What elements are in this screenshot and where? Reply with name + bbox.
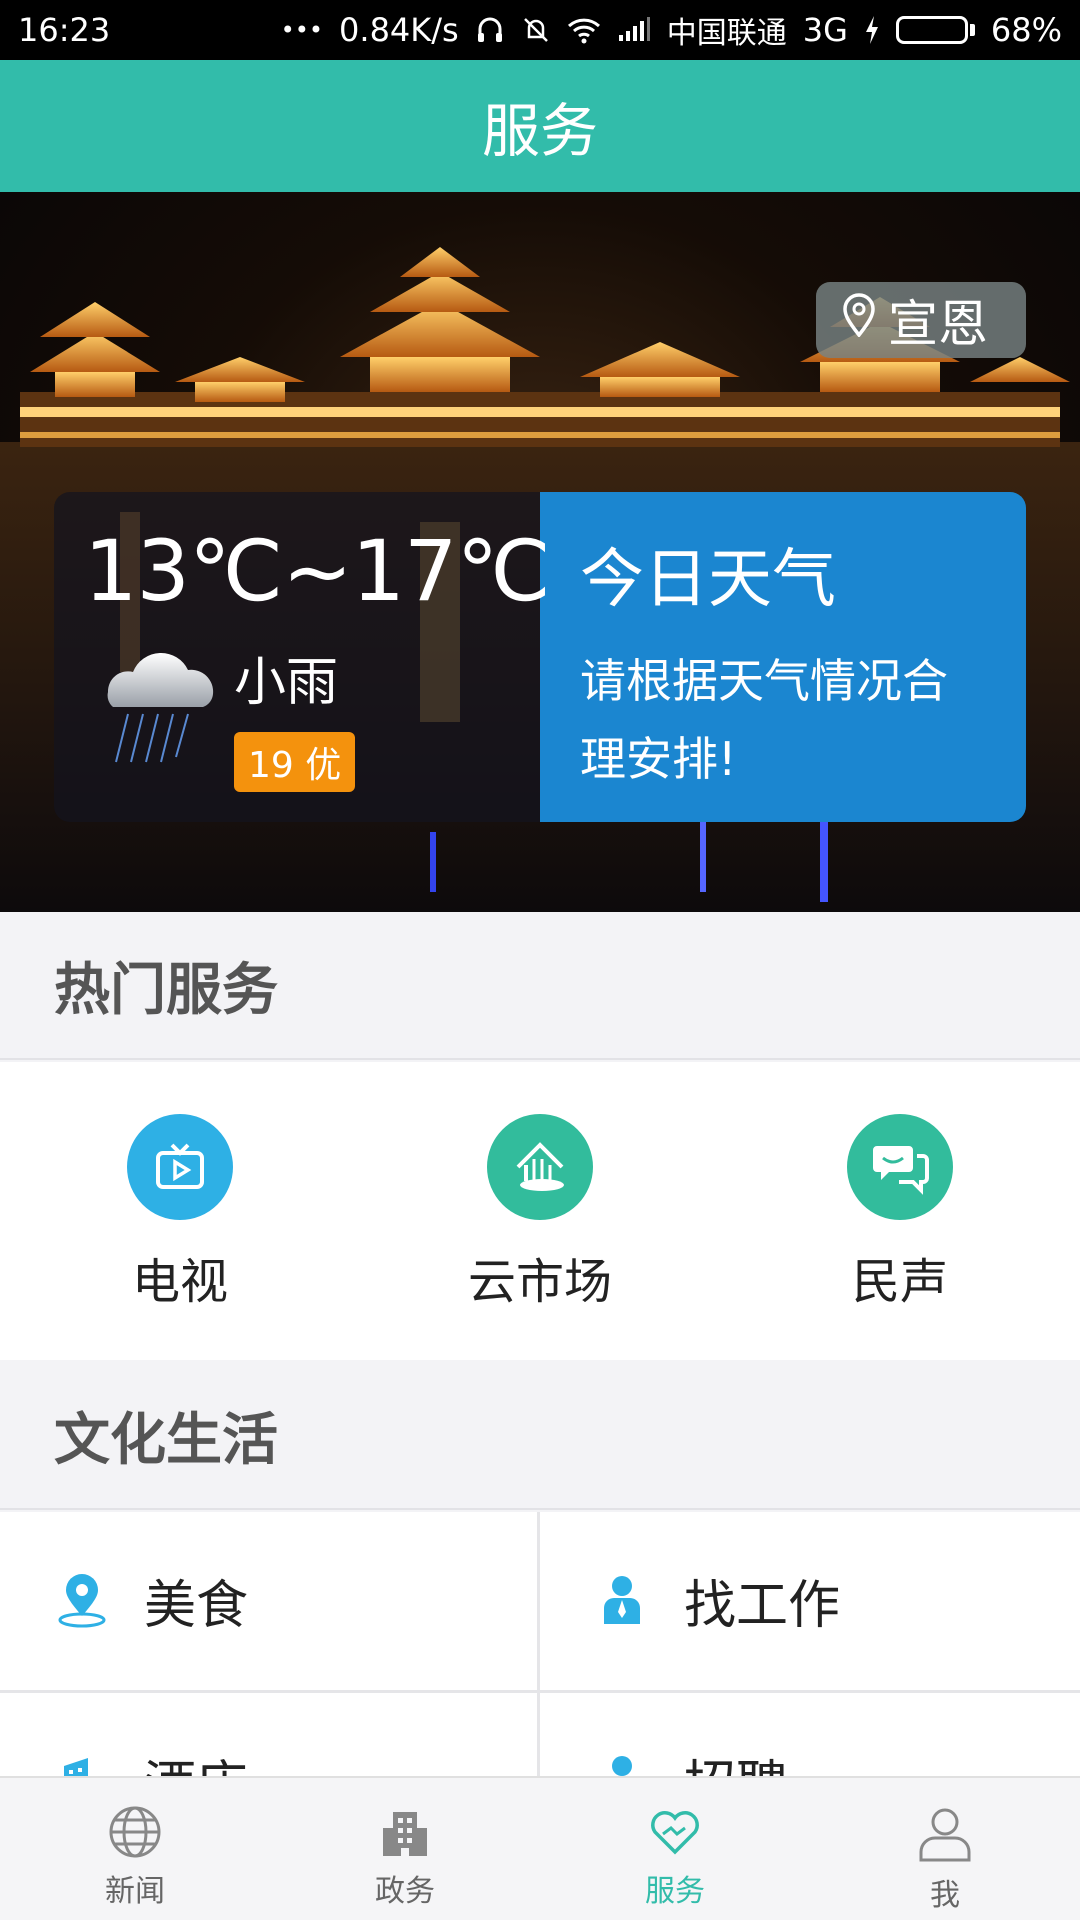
section-header-hot: 热门服务	[0, 912, 1080, 1060]
tv-icon	[127, 1114, 233, 1220]
nav-news-label: 新闻	[105, 1874, 165, 1909]
service-market-label: 云市场	[467, 1254, 612, 1310]
mute-bell-icon	[521, 15, 551, 45]
weather-tip-line-1: 请根据天气情况合	[580, 654, 948, 708]
status-time: 16:23	[18, 11, 111, 49]
network-type: 3G	[802, 11, 848, 49]
carrier-name: 中国联通	[666, 16, 787, 51]
service-market[interactable]: 云市场	[360, 1062, 720, 1360]
building-icon	[64, 1758, 88, 1776]
globe-icon	[109, 1806, 161, 1858]
government-building-icon	[383, 1812, 427, 1856]
weather-tip-title: 今日天气	[580, 543, 836, 617]
person-icon	[612, 1756, 632, 1776]
chat-icon	[847, 1114, 953, 1220]
culture-item-recruit-label: 招聘	[684, 1743, 788, 1777]
battery-icon	[895, 16, 975, 44]
battery-percent: 68%	[990, 11, 1062, 49]
hot-services-row: 电视 云市场 民声	[0, 1062, 1080, 1360]
location-name: 宣恩	[888, 295, 988, 353]
culture-item-recruit[interactable]: 招聘	[540, 1692, 1078, 1776]
nav-services-label: 服务	[645, 1874, 705, 1909]
page-title: 服务	[481, 97, 598, 165]
culture-item-job-label: 找工作	[684, 1575, 841, 1636]
market-icon	[487, 1114, 593, 1220]
headphone-icon	[475, 15, 505, 45]
weather-condition: 小雨	[234, 653, 339, 713]
status-dots: •••	[280, 16, 324, 44]
section-header-culture: 文化生活	[0, 1362, 1080, 1510]
service-tv[interactable]: 电视	[0, 1062, 360, 1360]
aqi-badge: 19 优	[234, 732, 356, 792]
weather-card[interactable]: 13℃~17℃ 小雨 19 优 今日天气 请根据天气情况合 理安排!	[54, 492, 1026, 822]
temperature-range: 13℃~17℃	[84, 522, 551, 620]
service-voice[interactable]: 民声	[720, 1062, 1080, 1360]
map-pin-icon	[842, 291, 876, 349]
service-tv-label: 电视	[131, 1254, 228, 1310]
user-icon	[919, 1808, 971, 1862]
status-bar: 16:23 ••• 0.84K/s 中国联通 3G 68%	[0, 0, 1080, 60]
rain-cloud-icon	[107, 652, 214, 763]
culture-item-food-label: 美食	[144, 1575, 249, 1636]
weather-tip-line-2: 理安排!	[580, 732, 737, 786]
nav-me-label: 我	[930, 1878, 960, 1913]
heart-icon	[651, 1811, 699, 1855]
nav-me[interactable]: 我	[810, 1778, 1080, 1920]
nav-government-label: 政务	[375, 1874, 435, 1909]
hero-banner: 宣恩 13℃~17℃ 小雨 19 优 今日天气 请根据天气情况合 理安排!	[0, 192, 1080, 912]
section-title-hot: 热门服务	[54, 957, 278, 1023]
location-pin-icon	[58, 1574, 106, 1628]
signal-icon	[617, 17, 651, 43]
wifi-icon	[567, 16, 601, 44]
grid-divider	[537, 1512, 540, 1776]
app-bar: 服务	[0, 60, 1080, 192]
location-selector[interactable]: 宣恩	[816, 282, 1026, 358]
charging-icon	[864, 16, 880, 44]
culture-item-food[interactable]: 美食	[0, 1512, 538, 1688]
status-indicators: ••• 0.84K/s 中国联通 3G 68%	[281, 8, 1062, 52]
person-icon	[604, 1576, 640, 1624]
culture-item-job[interactable]: 找工作	[540, 1512, 1078, 1688]
weather-tip-panel: 今日天气 请根据天气情况合 理安排!	[540, 492, 1026, 822]
culture-item-hotel-label: 酒店	[144, 1743, 248, 1777]
culture-grid: 美食 找工作 酒店 招聘	[0, 1512, 1080, 1776]
network-speed: 0.84K/s	[339, 11, 459, 49]
weather-current-panel: 13℃~17℃ 小雨 19 优	[54, 492, 551, 822]
grid-divider	[0, 1690, 1080, 1693]
service-voice-label: 民声	[851, 1254, 948, 1310]
bottom-nav: 新闻 政务 服务 我	[0, 1776, 1080, 1920]
culture-item-hotel[interactable]: 酒店	[0, 1692, 538, 1776]
nav-news[interactable]: 新闻	[0, 1778, 270, 1920]
nav-government[interactable]: 政务	[270, 1778, 540, 1920]
nav-services[interactable]: 服务	[540, 1778, 810, 1920]
section-title-culture: 文化生活	[54, 1407, 278, 1473]
